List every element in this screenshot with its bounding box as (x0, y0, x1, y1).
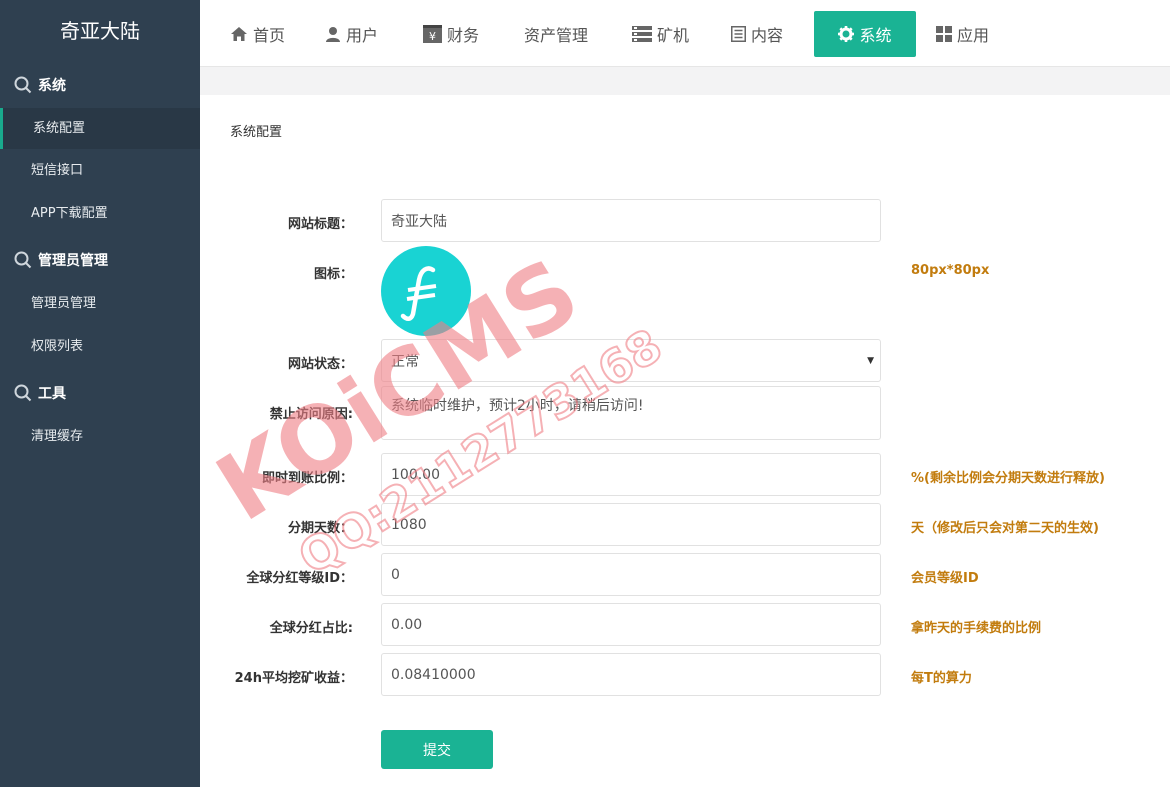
nav-system-label: 系统 (859, 26, 892, 45)
search-icon (14, 76, 32, 94)
nav-finance[interactable]: ¥ 财务 (423, 11, 479, 57)
instant-ratio-hint: %(剩余比例会分期天数进行释放) (911, 471, 1105, 486)
sidebar-group-label: 工具 (38, 386, 66, 402)
mining-income-hint: 每T的算力 (911, 671, 972, 686)
mining-income-input[interactable]: 0.08410000 (381, 653, 881, 696)
user-icon (326, 27, 340, 42)
nav-home[interactable]: 首页 (230, 11, 285, 57)
nav-finance-label: 财务 (447, 26, 480, 45)
grid-icon (936, 26, 952, 42)
sidebar-item-system-config[interactable]: 系统配置 (0, 108, 200, 149)
global-bonus-level-label: 全球分红等级ID： (246, 571, 353, 586)
filecoin-icon (400, 266, 437, 321)
global-bonus-level-hint: 会员等级ID (911, 571, 979, 586)
nav-users-label: 用户 (346, 26, 379, 45)
deny-reason-textarea[interactable]: 系统临时维护，预计2小时，请稍后访问! (381, 386, 881, 440)
site-status-value: 正常 (391, 353, 419, 370)
document-icon (731, 26, 746, 42)
sidebar-item-admin-manage[interactable]: 管理员管理 (0, 282, 200, 325)
site-title-label: 网站标题： (287, 217, 353, 232)
installment-days-label: 分期天数： (287, 521, 353, 536)
installment-days-input[interactable]: 1080 (381, 503, 881, 546)
sidebar-item-sms-api[interactable]: 短信接口 (0, 149, 200, 192)
sidebar-group-label: 系统 (38, 78, 66, 94)
submit-button[interactable]: 提交 (381, 730, 493, 769)
nav-miners[interactable]: 矿机 (632, 11, 689, 57)
nav-content-label: 内容 (751, 26, 784, 45)
gear-icon (838, 26, 855, 42)
nav-system[interactable]: 系统 (814, 11, 916, 57)
deny-reason-label: 禁止访问原因: (269, 407, 353, 422)
mining-income-label: 24h平均挖矿收益： (234, 671, 353, 686)
nav-content[interactable]: 内容 (731, 11, 783, 57)
site-status-select[interactable]: 正常 ▼ (381, 339, 881, 382)
nav-apps[interactable]: 应用 (936, 11, 989, 57)
global-bonus-ratio-hint: 拿昨天的手续费的比例 (911, 621, 1042, 636)
svg-text:¥: ¥ (429, 30, 436, 43)
site-status-label: 网站状态： (287, 357, 353, 372)
nav-assets-label: 资产管理 (524, 26, 589, 45)
nav-users[interactable]: 用户 (325, 11, 378, 57)
site-logo-image[interactable] (381, 246, 471, 336)
global-bonus-ratio-label: 全球分红占比: (269, 621, 353, 636)
instant-ratio-label: 即时到账比例： (261, 471, 353, 486)
global-bonus-ratio-input[interactable]: 0.00 (381, 603, 881, 646)
brand-title: 奇亚大陆 (60, 19, 140, 43)
nav-apps-label: 应用 (957, 26, 990, 45)
search-icon (14, 251, 32, 269)
caret-down-icon: ▼ (867, 356, 874, 366)
content-header-bar (200, 67, 1170, 95)
yen-icon: ¥ (423, 24, 442, 43)
icon-size-hint: 80px*80px (911, 263, 990, 278)
icon-label: 图标： (313, 267, 353, 282)
top-nav: 首页 用户 ¥ 财务 资产管理 矿机 内容 系统 应用 (200, 0, 1170, 67)
search-icon (14, 384, 32, 402)
sidebar-group-label: 管理员管理 (38, 253, 108, 269)
server-icon (632, 26, 652, 42)
site-title-input[interactable]: 奇亚大陆 (381, 199, 881, 242)
installment-days-hint: 天（修改后只会对第二天的生效) (911, 521, 1099, 536)
sidebar-group-system[interactable]: 系统 (0, 63, 200, 107)
home-icon (231, 27, 247, 41)
nav-assets[interactable]: 资产管理 (524, 11, 588, 57)
page-title: 系统配置 (230, 125, 283, 140)
nav-home-label: 首页 (253, 26, 286, 45)
global-bonus-level-input[interactable]: 0 (381, 553, 881, 596)
instant-ratio-input[interactable]: 100.00 (381, 453, 881, 496)
nav-miners-label: 矿机 (657, 26, 690, 45)
